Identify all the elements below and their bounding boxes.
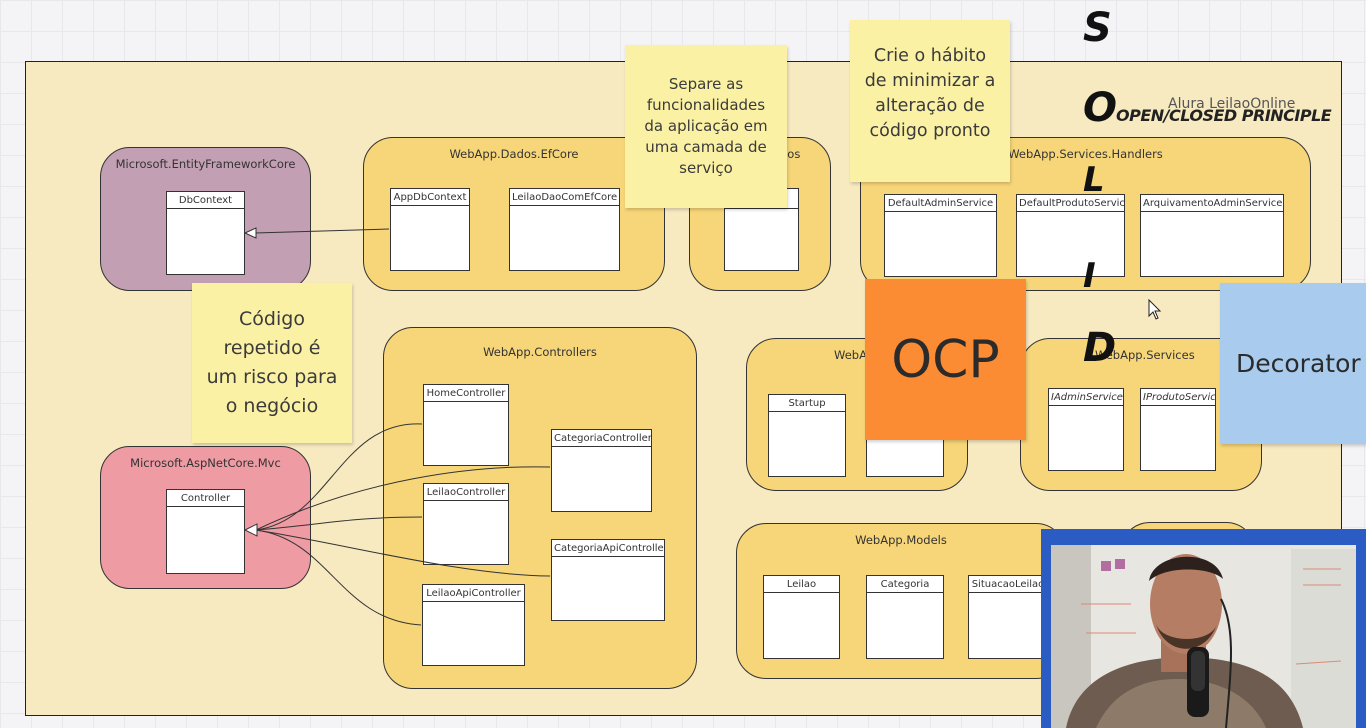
class-name: Controller	[167, 490, 244, 507]
package-title: WebApp.Dados.EfCore	[449, 147, 579, 161]
package-controllers[interactable]: WebApp.Controllers HomeController Leilao…	[383, 327, 697, 689]
sticky-text-line: o negócio	[225, 395, 319, 417]
class-leilaocontroller[interactable]: LeilaoController	[423, 483, 509, 565]
class-categoriaapicontroller[interactable]: CategoriaApiController	[551, 539, 665, 621]
package-title: dos	[780, 147, 801, 161]
sticky-text-line: código pronto	[869, 121, 991, 141]
class-name: IAdminService	[1049, 389, 1123, 406]
class-iadminservice[interactable]: IAdminService	[1048, 388, 1124, 471]
solid-letter-o: O	[1083, 85, 1118, 131]
class-name: DefaultProdutoService	[1017, 195, 1124, 212]
class-situacaoleilao[interactable]: SituacaoLeilao	[968, 575, 1048, 659]
solid-letter-l: L	[1083, 160, 1105, 200]
class-name: Startup	[769, 395, 845, 412]
class-defaultprodutoservice[interactable]: DefaultProdutoService	[1016, 194, 1125, 277]
class-name: IProdutoService	[1141, 389, 1215, 406]
solid-letter-s: S	[1083, 5, 1112, 51]
class-arquivamentoadminservice[interactable]: ArquivamentoAdminService	[1140, 194, 1284, 277]
class-name: DefaultAdminService	[885, 195, 996, 212]
sticky-note-decorator[interactable]: Decorator	[1220, 283, 1366, 444]
class-name: LeilaoApiController	[423, 585, 524, 602]
package-models[interactable]: WebApp.Models Leilao Categoria SituacaoL…	[736, 523, 1066, 679]
solid-letter-i: I	[1083, 256, 1096, 296]
solid-letter-d: D	[1083, 325, 1117, 371]
class-name: CategoriaController	[552, 430, 651, 447]
sticky-text: Decorator	[1236, 349, 1361, 378]
class-homecontroller[interactable]: HomeController	[423, 384, 509, 466]
class-name: LeilaoController	[424, 484, 508, 501]
sticky-note-ocp[interactable]: OCP	[865, 279, 1026, 440]
mouse-pointer-icon	[1148, 299, 1162, 320]
sticky-note-crie[interactable]: Crie o hábito de minimizar a alteração d…	[850, 20, 1010, 182]
class-categoria[interactable]: Categoria	[866, 575, 944, 659]
class-leilaodaocomefcore[interactable]: LeilaoDaoComEfCore	[509, 188, 620, 271]
class-iprodutoservice[interactable]: IProdutoService	[1140, 388, 1216, 471]
class-leilao[interactable]: Leilao	[763, 575, 840, 659]
class-dbcontext[interactable]: DbContext	[166, 191, 245, 275]
class-defaultadminservice[interactable]: DefaultAdminService	[884, 194, 997, 277]
sticky-text-line: funcionalidades	[646, 96, 766, 114]
class-name: AppDbContext	[391, 189, 469, 206]
sticky-text-line: Código	[239, 308, 305, 330]
sticky-text-line: Separe as	[668, 75, 744, 93]
presenter-webcam	[1041, 529, 1366, 728]
sticky-text-line: uma camada de	[645, 138, 767, 156]
class-name: LeilaoDaoComEfCore	[510, 189, 619, 206]
package-title: Microsoft.EntityFrameworkCore	[115, 157, 296, 171]
class-name: Categoria	[867, 576, 943, 593]
sticky-text-line: Crie o hábito	[873, 46, 987, 66]
class-name: SituacaoLeilao	[969, 576, 1047, 593]
package-ef-core-ms[interactable]: Microsoft.EntityFrameworkCore DbContext	[100, 147, 311, 291]
class-leilaoapicontroller[interactable]: LeilaoApiController	[422, 584, 525, 666]
package-dados-efcore[interactable]: WebApp.Dados.EfCore AppDbContext LeilaoD…	[363, 137, 665, 291]
sticky-text-line: da aplicação em	[644, 117, 768, 135]
sticky-text-line: alteração de	[875, 96, 985, 116]
class-appdbcontext[interactable]: AppDbContext	[390, 188, 470, 271]
package-title: WebApp.Controllers	[483, 345, 597, 359]
sticky-text: OCP	[891, 329, 1000, 390]
class-controller[interactable]: Controller	[166, 489, 245, 574]
class-categoriacontroller[interactable]: CategoriaController	[551, 429, 652, 512]
package-title: WebApp.Models	[855, 533, 947, 547]
sticky-note-codigo[interactable]: Código repetido é um risco para o negóci…	[192, 283, 352, 443]
class-name: HomeController	[424, 385, 508, 402]
class-startup[interactable]: Startup	[768, 394, 846, 477]
open-closed-principle-label: OPEN/CLOSED PRINCIPLE	[1116, 106, 1332, 125]
package-title: Microsoft.AspNetCore.Mvc	[130, 456, 281, 470]
class-name: ArquivamentoAdminService	[1141, 195, 1283, 212]
package-aspnet-mvc[interactable]: Microsoft.AspNetCore.Mvc Controller	[100, 446, 311, 589]
sticky-text-line: repetido é	[223, 337, 321, 359]
sticky-text-line: serviço	[679, 159, 733, 177]
sticky-note-separe[interactable]: Separe as funcionalidades da aplicação e…	[625, 45, 787, 208]
sticky-text-line: de minimizar a	[864, 71, 996, 91]
class-name: CategoriaApiController	[552, 540, 664, 557]
class-name: Leilao	[764, 576, 839, 593]
class-name: DbContext	[167, 192, 244, 209]
sticky-text-line: um risco para	[206, 366, 338, 388]
